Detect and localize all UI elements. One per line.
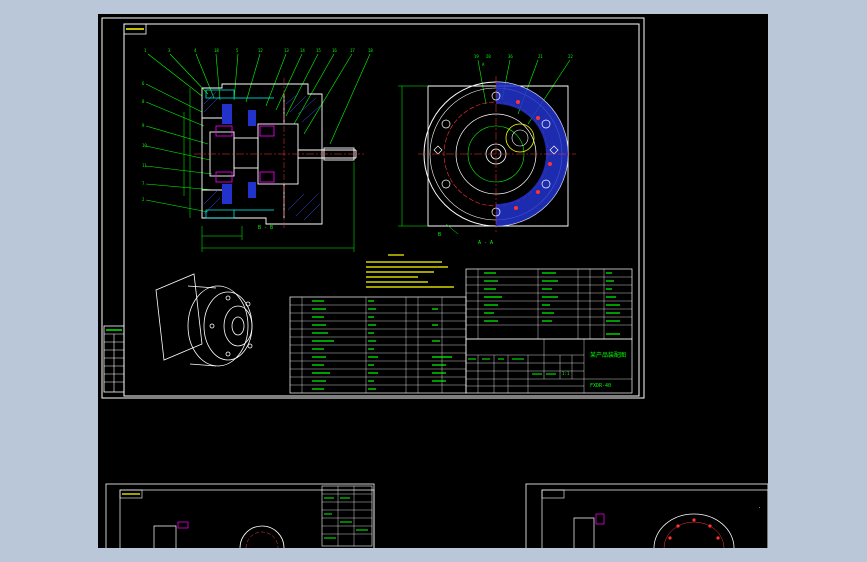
- svg-text:9: 9: [142, 123, 145, 128]
- svg-text:14: 14: [300, 48, 305, 53]
- svg-text:22: 22: [568, 54, 573, 59]
- section-label: B - B: [258, 225, 273, 231]
- svg-text:16: 16: [332, 48, 337, 53]
- end-view-a-a: 19 20 36 21 22 B A - A A: [398, 54, 576, 246]
- svg-text:19: 19: [474, 54, 479, 59]
- parts-list-right: [465, 268, 633, 340]
- scale-cell: 1:1: [562, 371, 570, 376]
- lower-sheet-right: .: [525, 483, 768, 548]
- svg-text:15: 15: [316, 48, 321, 53]
- svg-text:11: 11: [142, 163, 147, 168]
- svg-text:12: 12: [258, 48, 263, 53]
- svg-text:3: 3: [168, 48, 171, 53]
- svg-text:17: 17: [350, 48, 355, 53]
- svg-text:1: 1: [144, 48, 147, 53]
- drawing-canvas: 134 18512 131415 161718 689 101172: [101, 17, 768, 548]
- arrow-label-b: B: [438, 232, 441, 238]
- svg-text:36: 36: [508, 54, 513, 59]
- lower-sheet-left: [105, 483, 375, 548]
- drawing-code: FXDR-40: [590, 383, 611, 389]
- svg-text:18: 18: [214, 48, 219, 53]
- arrow-label-a: A: [482, 62, 485, 67]
- side-revision-table: [103, 325, 125, 393]
- svg-text:6: 6: [142, 81, 145, 86]
- title-block: 某产品装配图 FXDR-40 1:1: [465, 338, 633, 394]
- view-label: A - A: [478, 240, 493, 246]
- svg-text:21: 21: [538, 54, 543, 59]
- drawing-title: 某产品装配图: [590, 351, 626, 359]
- parts-list-left: [289, 296, 467, 394]
- svg-text:13: 13: [284, 48, 289, 53]
- svg-text:20: 20: [486, 54, 491, 59]
- isometric-view: [155, 273, 253, 367]
- cad-viewport[interactable]: 134 18 5 12 13 14 15 16 17 18 689 10 11 7 2: [98, 14, 768, 548]
- svg-text:7: 7: [142, 181, 145, 186]
- svg-text:10: 10: [142, 143, 147, 148]
- section-view-b-b: 134 18512 131415 161718 689 101172: [142, 48, 373, 252]
- technical-notes: [366, 254, 454, 288]
- svg-text:2: 2: [142, 197, 145, 202]
- svg-text:4: 4: [194, 48, 197, 53]
- svg-text:8: 8: [142, 99, 145, 104]
- svg-text:5: 5: [236, 48, 239, 53]
- svg-text:18: 18: [368, 48, 373, 53]
- svg-text:.: .: [758, 504, 761, 510]
